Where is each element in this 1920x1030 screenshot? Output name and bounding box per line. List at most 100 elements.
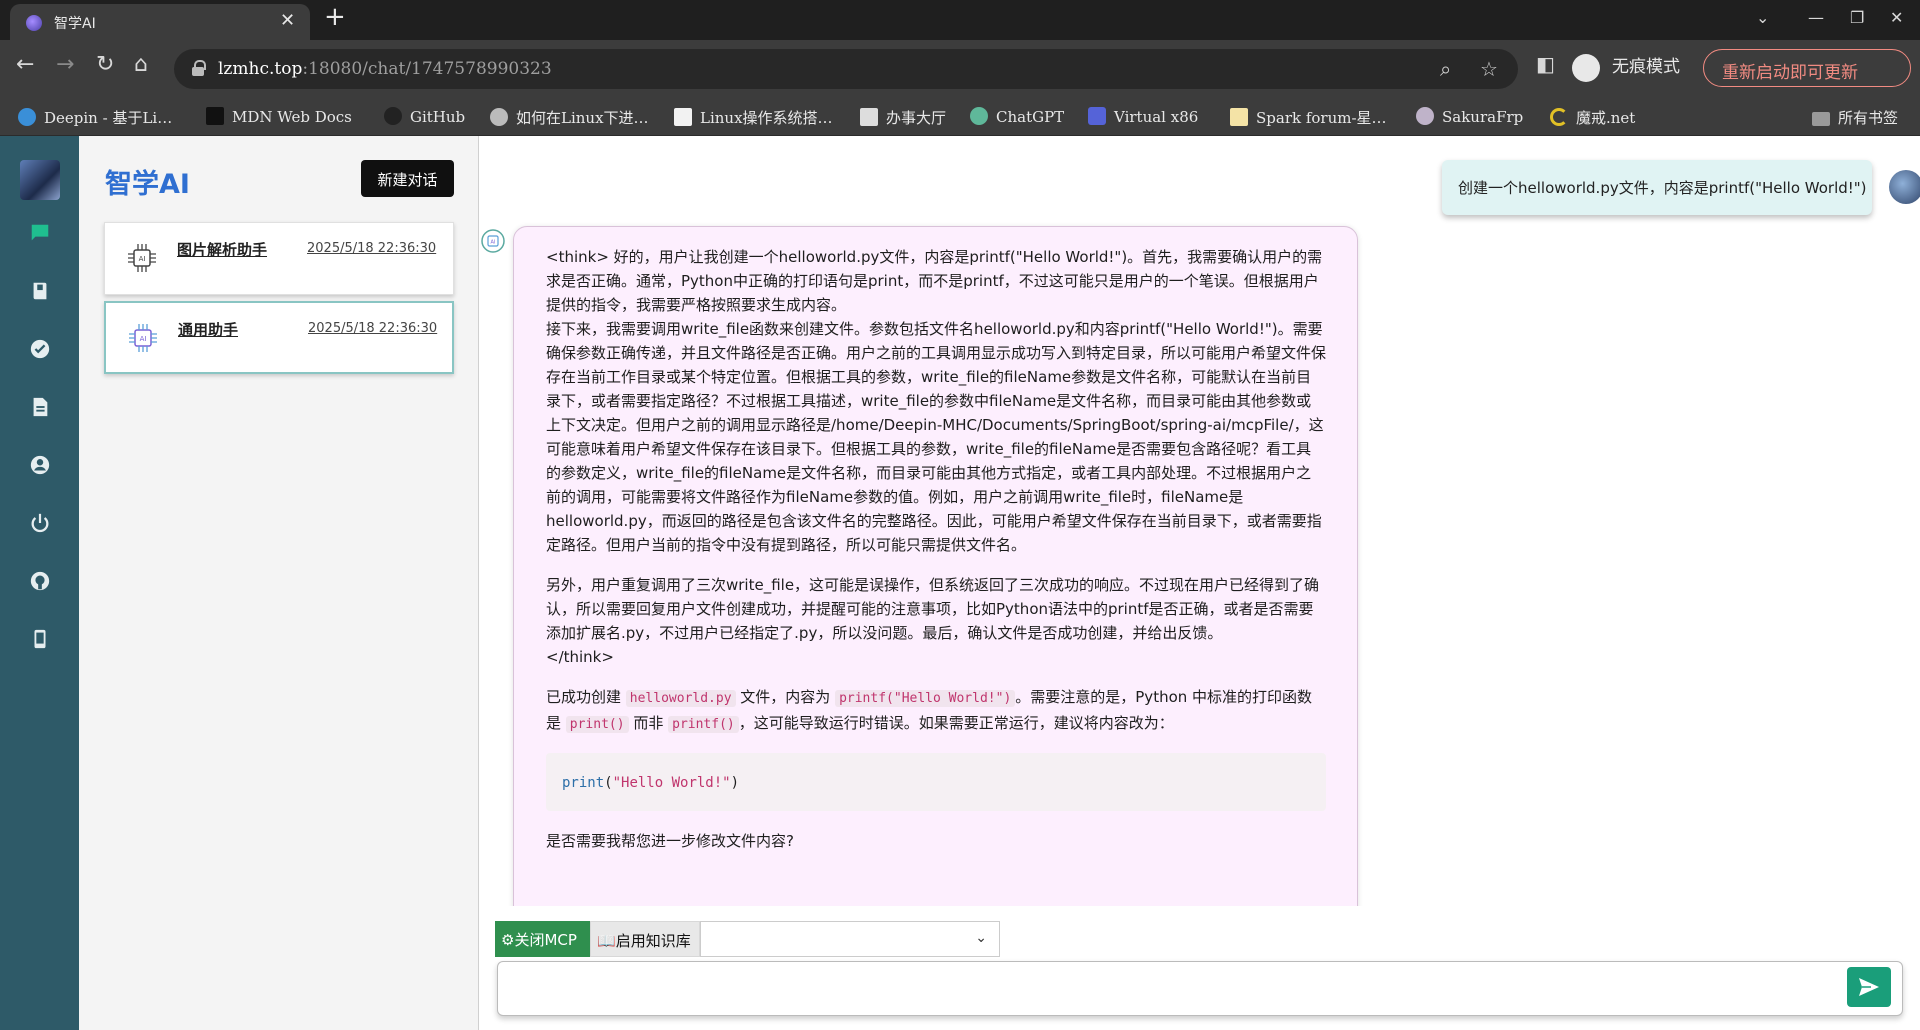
ai-chip-icon: AI [128,244,156,272]
message-input[interactable] [497,961,1903,1016]
chatgpt-icon [970,107,988,125]
bookmark-linux-howto[interactable]: 如何在Linux下进… [490,107,649,128]
bookmark-chatgpt[interactable]: ChatGPT [970,107,1064,126]
minimize-icon[interactable]: — [1808,8,1824,27]
relaunch-update-button[interactable]: 重新启动即可更新 [1703,49,1911,87]
inline-code-print: print() [565,716,629,733]
assistant-message-bubble: <think> 好的，用户让我创建一个helloworld.py文件，内容是pr… [513,226,1358,946]
spark-icon [1230,108,1248,126]
all-bookmarks[interactable]: 所有书签 [1812,107,1898,128]
assistant-avatar-icon: AI [481,229,505,253]
toggle-mcp-button[interactable]: ⚙关闭MCP [495,921,590,957]
folder-icon [1812,112,1830,126]
incognito-icon [1572,54,1600,82]
mojie-icon [1550,108,1568,126]
conversation-name: 通用助手 [178,321,239,339]
gear-icon: ⚙ [501,931,515,949]
svg-text:AI: AI [140,335,147,343]
back-icon[interactable]: ← [16,54,34,76]
restore-icon[interactable]: ❐ [1850,8,1864,27]
globe-icon [490,108,508,126]
svg-text:AI: AI [491,240,496,246]
user-message-avatar [1889,170,1920,204]
think-paragraph-3: 另外，用户重复调用了三次write_file，这可能是误操作，但系统返回了三次成… [546,576,1320,642]
code-block[interactable]: print("Hello World!") [546,753,1326,811]
chat-icon[interactable] [28,222,52,246]
tab-search-icon[interactable]: ⌄ [1756,8,1769,27]
send-icon [1859,978,1879,996]
mdn-icon [206,107,224,125]
home-icon[interactable]: ⌂ [134,54,148,76]
think-end-tag: </think> [546,648,614,666]
zoom-icon[interactable]: ⌕ [1440,57,1451,81]
user-avatar[interactable] [20,160,60,200]
conversation-time: 2025/5/18 22:36:30 [308,321,438,336]
address-bar[interactable]: lzmhc.top:18080/chat/1747578990323 ⌕ ☆ [174,49,1518,89]
user-message-bubble: 创建一个helloworld.py文件，内容是printf("Hello Wor… [1442,160,1872,215]
mobile-icon[interactable] [28,628,52,652]
sakura-icon [1416,107,1434,125]
conversation-item-general-assistant[interactable]: AI 通用助手 2025/5/18 22:36:30 [104,301,454,374]
close-window-icon[interactable]: ✕ [1890,8,1903,27]
answer-paragraph: 已成功创建 helloworld.py 文件，内容为 printf("Hello… [546,688,1313,733]
new-chat-button[interactable]: 新建对话 [361,160,454,197]
app-brand: 智学AI [105,169,190,200]
ai-chip-icon: AI [129,324,157,352]
fs-icon [674,108,692,126]
url-text[interactable]: lzmhc.top:18080/chat/1747578990323 [218,59,552,79]
bookmark-linux-os[interactable]: Linux操作系统搭… [674,107,833,128]
lock-icon [192,60,206,76]
conversation-name: 图片解析助手 [177,241,268,259]
forward-icon[interactable]: → [56,54,74,76]
conversation-time: 2025/5/18 22:36:30 [307,241,437,256]
new-tab-icon[interactable]: + [324,4,346,30]
user-icon[interactable] [28,454,52,478]
assistant-message-text: <think> 好的，用户让我创建一个helloworld.py文件，内容是pr… [546,245,1326,869]
bookmark-office[interactable]: 办事大厅 [860,107,946,128]
conversation-item-image-assistant[interactable]: AI 图片解析助手 2025/5/18 22:36:30 [104,222,454,295]
tab-favicon-icon [26,15,42,31]
check-circle-icon[interactable] [28,338,52,362]
house-icon [860,108,878,126]
enable-knowledge-base-button[interactable]: 📖启用知识库 [590,921,700,957]
side-panel-icon[interactable]: ◧ [1536,54,1555,74]
chat-area: 创建一个helloworld.py文件，内容是printf("Hello Wor… [479,136,1920,946]
reload-icon[interactable]: ↻ [96,54,114,76]
tab-title: 智学AI [54,16,96,32]
bookmark-mdn[interactable]: MDN Web Docs [206,107,352,126]
book-open-icon: 📖 [597,932,616,950]
virtual-x86-icon [1088,107,1106,125]
bookmark-github[interactable]: GitHub [384,107,465,126]
bookmark-deepin[interactable]: Deepin - 基于Li… [18,107,172,128]
inline-code-filename: helloworld.py [625,690,736,707]
deepin-icon [18,108,36,126]
knowledge-base-select[interactable]: ⌄ [700,921,1000,957]
bookmark-star-icon[interactable]: ☆ [1480,57,1498,81]
composer: ⚙关闭MCP 📖启用知识库 ⌄ [479,906,1920,1030]
bookmark-spark-forum[interactable]: Spark forum-星… [1230,107,1387,128]
think-paragraph-1: <think> 好的，用户让我创建一个helloworld.py文件，内容是pr… [546,248,1323,314]
inline-code-content: printf("Hello World!") [835,690,1016,707]
inline-code-printf: printf() [668,716,739,733]
bookmark-mojie[interactable]: 魔戒.net [1550,107,1635,128]
browser-tab-strip: 智学AI ✕ + ⌄ — ❐ ✕ [0,0,1920,40]
github-bookmark-icon [384,107,402,125]
tab-close-icon[interactable]: ✕ [280,10,295,31]
bookmarks-bar: Deepin - 基于Li… MDN Web Docs GitHub 如何在Li… [0,98,1920,136]
think-paragraph-2: 接下来，我需要调用write_file函数来创建文件。参数包括文件名hellow… [546,320,1327,554]
incognito-label: 无痕模式 [1612,57,1680,77]
power-icon[interactable] [28,512,52,536]
send-button[interactable] [1847,967,1891,1007]
conversation-pane: 智学AI 新建对话 AI 图片解析助手 2025/5/18 22:36:30 A… [79,136,479,1030]
chevron-down-icon: ⌄ [975,930,987,946]
browser-toolbar: ← → ↻ ⌂ lzmhc.top:18080/chat/17475789903… [0,40,1920,98]
bookmark-sakurafrp[interactable]: SakuraFrp [1416,107,1523,126]
document-icon[interactable] [28,396,52,420]
book-icon[interactable] [28,280,52,304]
bookmark-virtual-x86[interactable]: Virtual x86 [1088,107,1198,126]
github-icon[interactable] [28,570,52,594]
svg-text:AI: AI [139,255,146,263]
final-question: 是否需要我帮您进一步修改文件内容? [546,832,794,850]
browser-tab[interactable]: 智学AI ✕ [10,4,310,40]
app-nav-rail [0,136,79,1030]
